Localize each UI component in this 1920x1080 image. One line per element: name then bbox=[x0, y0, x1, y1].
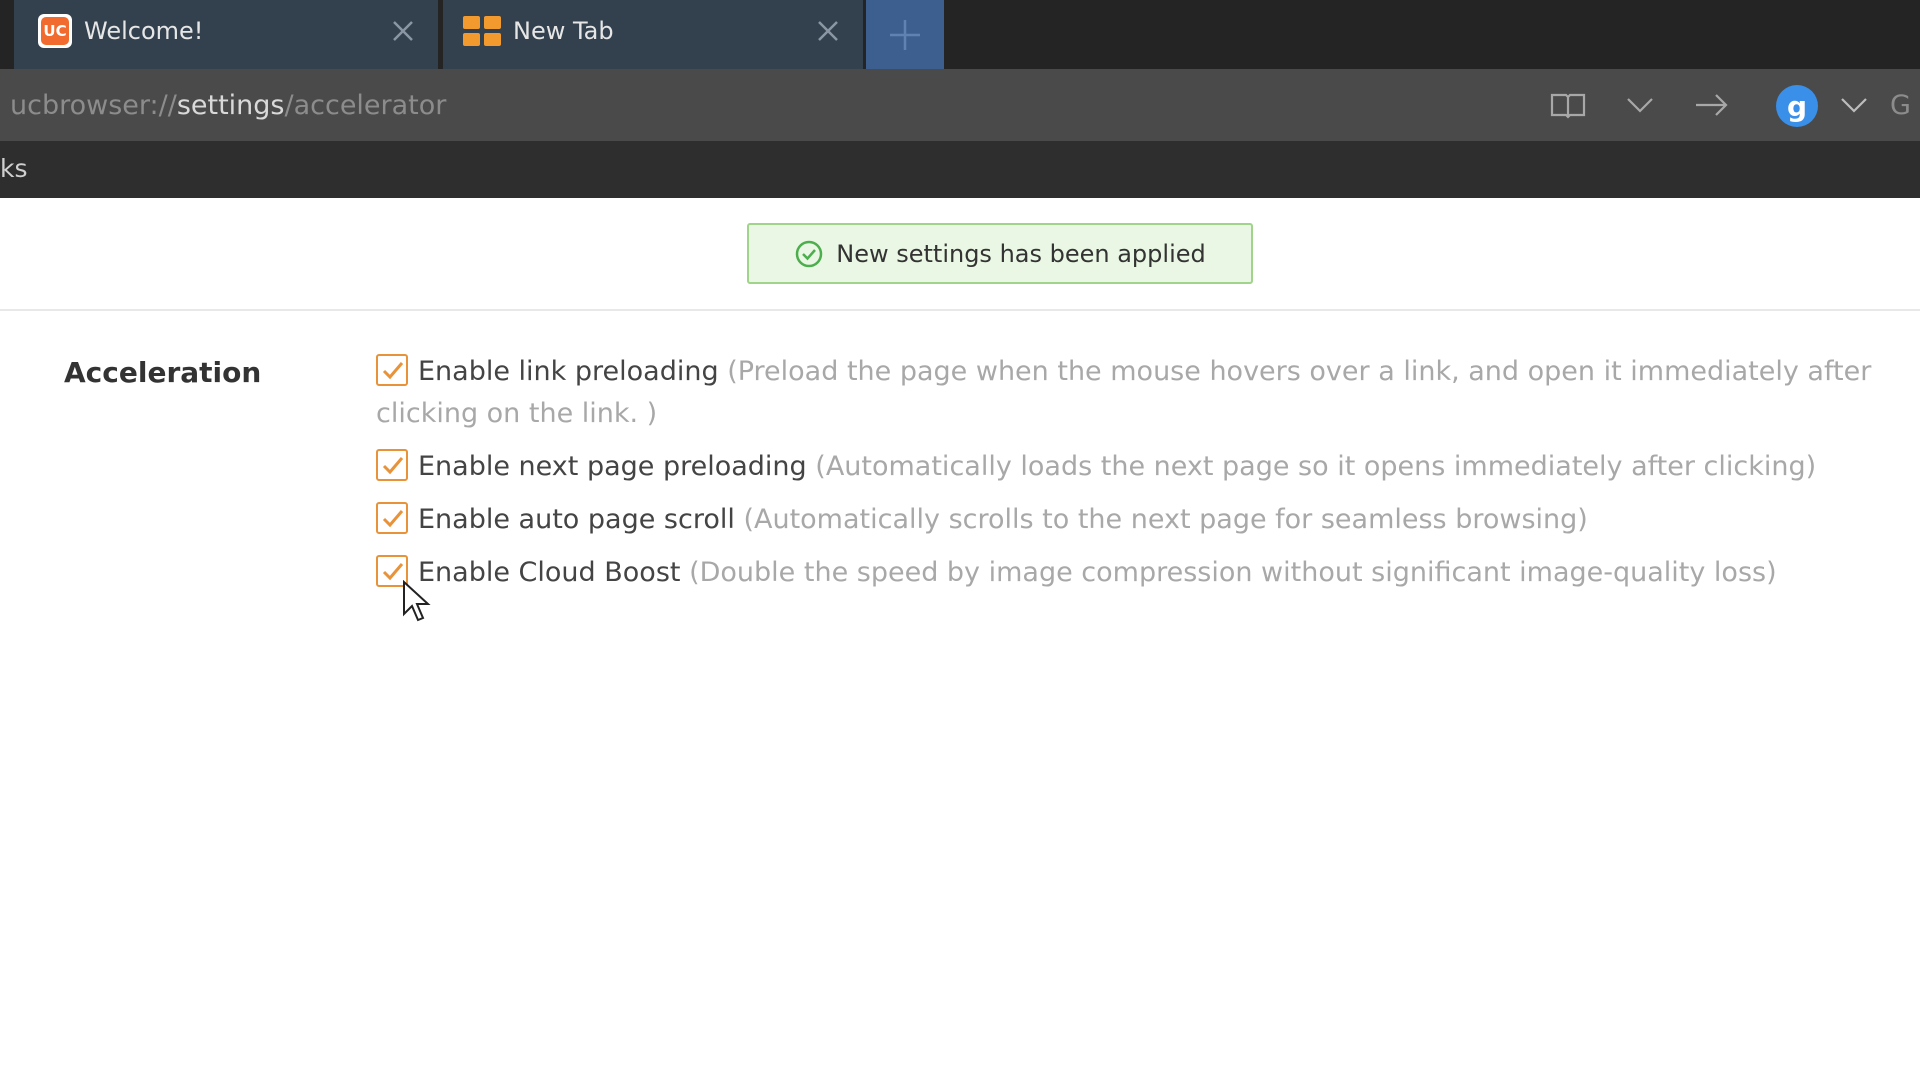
option-description: (Double the speed by image compression w… bbox=[689, 557, 1777, 588]
tab-welcome[interactable]: UC Welcome! bbox=[14, 0, 438, 69]
option-cloud-boost: Enable Cloud Boost (Double the speed by … bbox=[376, 552, 1896, 594]
chevron-down-icon[interactable] bbox=[1620, 87, 1660, 123]
tab-strip: UC Welcome! New Tab bbox=[0, 0, 1920, 69]
check-circle-icon bbox=[796, 240, 823, 267]
option-label[interactable]: Enable next page preloading bbox=[418, 451, 807, 482]
go-arrow-icon[interactable] bbox=[1692, 87, 1732, 123]
uc-browser-icon: UC bbox=[38, 14, 72, 48]
close-icon[interactable] bbox=[815, 18, 841, 44]
bookmarks-label[interactable]: ks bbox=[0, 153, 28, 185]
option-link-preloading: Enable link preloading (Preload the page… bbox=[376, 351, 1896, 435]
url-prefix: ucbrowser:// bbox=[10, 90, 177, 121]
tab-title: Welcome! bbox=[84, 17, 204, 45]
reader-mode-icon[interactable] bbox=[1548, 87, 1588, 123]
mouse-cursor-icon bbox=[403, 580, 431, 622]
checkmark-icon bbox=[382, 456, 404, 474]
checkbox-auto-page-scroll[interactable] bbox=[376, 501, 408, 534]
plus-icon bbox=[890, 20, 920, 50]
notification-text: New settings has been applied bbox=[836, 239, 1206, 268]
new-tab-button[interactable] bbox=[866, 0, 944, 69]
divider bbox=[0, 309, 1920, 311]
option-label[interactable]: Enable link preloading bbox=[418, 356, 719, 387]
option-next-page-preloading: Enable next page preloading (Automatical… bbox=[376, 446, 1896, 488]
option-auto-page-scroll: Enable auto page scroll (Automatically s… bbox=[376, 499, 1896, 541]
section-title: Acceleration bbox=[64, 356, 262, 389]
checkmark-icon bbox=[382, 361, 404, 379]
url-highlight: settings bbox=[176, 90, 285, 121]
tab-new-tab[interactable]: New Tab bbox=[443, 0, 863, 69]
truncated-toolbar-text: G bbox=[1890, 90, 1911, 121]
bookmarks-bar: ks bbox=[0, 141, 1920, 198]
settings-applied-notification: New settings has been applied bbox=[747, 223, 1253, 284]
checkbox-next-page-preloading[interactable] bbox=[376, 448, 408, 481]
option-label[interactable]: Enable auto page scroll bbox=[418, 504, 735, 535]
option-description: (Automatically scrolls to the next page … bbox=[743, 504, 1588, 535]
checkmark-icon bbox=[382, 509, 404, 527]
chevron-down-icon[interactable] bbox=[1834, 87, 1874, 123]
search-engine-avatar[interactable]: g bbox=[1776, 85, 1818, 127]
uc-logo-text: UC bbox=[41, 17, 69, 45]
url-suffix: /accelerator bbox=[284, 90, 447, 121]
option-label[interactable]: Enable Cloud Boost bbox=[418, 557, 680, 588]
close-icon[interactable] bbox=[390, 18, 416, 44]
option-description: (Automatically loads the next page so it… bbox=[815, 451, 1817, 482]
grid-icon bbox=[463, 16, 501, 46]
url-field[interactable]: ucbrowser://settings/accelerator bbox=[10, 89, 446, 123]
address-toolbar: ucbrowser://settings/accelerator g G bbox=[0, 69, 1920, 141]
tab-title: New Tab bbox=[513, 17, 614, 45]
checkbox-link-preloading[interactable] bbox=[376, 353, 408, 386]
settings-page: New settings has been applied Accelerati… bbox=[0, 198, 1920, 1080]
